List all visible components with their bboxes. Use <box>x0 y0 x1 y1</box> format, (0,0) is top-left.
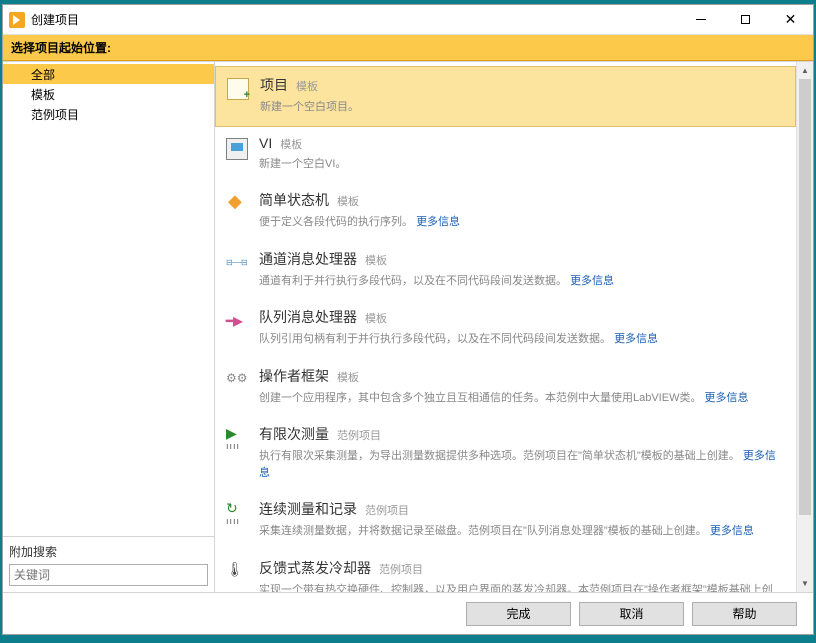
more-link[interactable]: 更多信息 <box>570 275 614 287</box>
search-section: 附加搜索 <box>3 536 214 592</box>
item-desc: 创建一个应用程序，其中包含多个独立且互相通信的任务。本范例中大量使用LabVIE… <box>259 390 786 407</box>
list-item[interactable]: 项目模板 新建一个空白项目。 <box>215 66 796 127</box>
sidebar: 全部 模板 范例项目 附加搜索 <box>3 62 215 592</box>
app-icon <box>9 12 25 28</box>
channel-icon <box>225 251 249 275</box>
finite-measure-icon <box>225 426 249 450</box>
list-item[interactable]: 有限次测量范例项目 执行有限次采集测量，为导出测量数据提供多种选项。范例项目在"… <box>215 416 796 491</box>
finish-button[interactable]: 完成 <box>466 602 571 626</box>
more-link[interactable]: 更多信息 <box>710 525 754 537</box>
maximize-button[interactable] <box>723 5 768 34</box>
item-desc: 队列引用句柄有利于并行执行多段代码，以及在不同代码段间发送数据。 更多信息 <box>259 331 786 348</box>
header-prompt: 选择项目起始位置: <box>3 35 813 61</box>
category-tree: 全部 模板 范例项目 <box>3 62 214 536</box>
item-desc: 新建一个空白VI。 <box>259 156 786 173</box>
vi-icon <box>225 137 249 161</box>
item-desc: 采集连续测量数据，并将数据记录至磁盘。范例项目在"队列消息处理器"模板的基础上创… <box>259 523 786 540</box>
more-link[interactable]: 更多信息 <box>416 216 460 228</box>
list-item[interactable]: 反馈式蒸发冷却器范例项目 实现一个带有热交换硬件、控制器，以及用户界面的蒸发冷却… <box>215 550 796 593</box>
close-button[interactable]: ✕ <box>768 5 813 34</box>
dialog-window: 创建项目 ✕ 选择项目起始位置: 全部 模板 范例项目 附加搜索 项目 <box>2 4 814 635</box>
item-desc: 便于定义各段代码的执行序列。 更多信息 <box>259 214 786 231</box>
sidebar-item-samples[interactable]: 范例项目 <box>3 104 214 124</box>
footer: 完成 取消 帮助 <box>3 592 813 634</box>
scroll-track[interactable] <box>797 79 813 575</box>
list-item[interactable]: 通道消息处理器模板 通道有利于并行执行多段代码，以及在不同代码段间发送数据。 更… <box>215 241 796 300</box>
close-icon: ✕ <box>785 11 797 28</box>
titlebar[interactable]: 创建项目 ✕ <box>3 5 813 35</box>
template-list: 项目模板 新建一个空白项目。 VI模板 新建一个空白VI。 简单状态机模板 <box>215 62 796 592</box>
cancel-button[interactable]: 取消 <box>579 602 684 626</box>
window-title: 创建项目 <box>31 11 79 28</box>
item-desc: 新建一个空白项目。 <box>260 99 785 116</box>
list-item[interactable]: 连续测量和记录范例项目 采集连续测量数据，并将数据记录至磁盘。范例项目在"队列消… <box>215 491 796 550</box>
search-label: 附加搜索 <box>9 543 208 560</box>
help-button[interactable]: 帮助 <box>692 602 797 626</box>
item-desc: 实现一个带有热交换硬件、控制器，以及用户界面的蒸发冷却器。本范例项目在"操作者框… <box>259 582 786 593</box>
scroll-down-icon[interactable]: ▼ <box>797 575 813 592</box>
minimize-button[interactable] <box>678 5 723 34</box>
evap-cooler-icon <box>225 560 249 584</box>
scrollbar[interactable]: ▲ ▼ <box>796 62 813 592</box>
content-area: 全部 模板 范例项目 附加搜索 项目模板 新建一个空白项目。 <box>3 61 813 592</box>
list-item[interactable]: VI模板 新建一个空白VI。 <box>215 127 796 183</box>
list-item[interactable]: 简单状态机模板 便于定义各段代码的执行序列。 更多信息 <box>215 182 796 241</box>
scroll-thumb[interactable] <box>799 79 811 515</box>
item-desc: 通道有利于并行执行多段代码，以及在不同代码段间发送数据。 更多信息 <box>259 273 786 290</box>
more-link[interactable]: 更多信息 <box>614 333 658 345</box>
actor-framework-icon <box>225 368 249 392</box>
item-desc: 执行有限次采集测量，为导出测量数据提供多种选项。范例项目在"简单状态机"模板的基… <box>259 448 786 481</box>
state-machine-icon <box>225 192 249 216</box>
list-item[interactable]: 队列消息处理器模板 队列引用句柄有利于并行执行多段代码，以及在不同代码段间发送数… <box>215 299 796 358</box>
queue-icon <box>225 309 249 333</box>
search-input[interactable] <box>9 564 208 586</box>
main-area: 项目模板 新建一个空白项目。 VI模板 新建一个空白VI。 简单状态机模板 <box>215 62 813 592</box>
project-icon <box>226 77 250 101</box>
list-item[interactable]: 操作者框架模板 创建一个应用程序，其中包含多个独立且互相通信的任务。本范例中大量… <box>215 358 796 417</box>
sidebar-item-templates[interactable]: 模板 <box>3 84 214 104</box>
scroll-up-icon[interactable]: ▲ <box>797 62 813 79</box>
sidebar-item-all[interactable]: 全部 <box>3 64 214 84</box>
more-link[interactable]: 更多信息 <box>705 392 749 404</box>
continuous-measure-icon <box>225 501 249 525</box>
